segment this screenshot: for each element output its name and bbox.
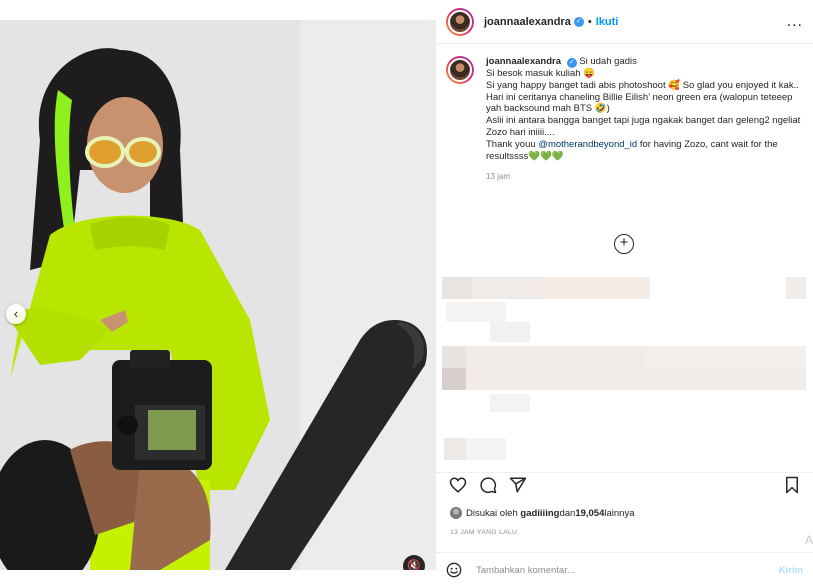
caption-text: Thank youu	[486, 138, 539, 150]
post-comment-button[interactable]: Kirim	[779, 565, 803, 576]
caption-avatar[interactable]	[446, 56, 474, 84]
caption-line: Si udah gadis	[579, 56, 637, 67]
caption-line: Si yang happy banget tadi abis photoshoo…	[486, 79, 799, 91]
post-caption: joannaalexandra ✓ Si udah gadis Si besok…	[446, 56, 806, 183]
caption-username[interactable]: joannaalexandra	[486, 56, 561, 67]
post-media[interactable]: ‹ 🔇	[0, 20, 436, 570]
caption-body: joannaalexandra ✓ Si udah gadis Si besok…	[486, 56, 806, 183]
likes-summary: Disukai oleh gadiiiing dan 19,054 lainny…	[450, 507, 634, 519]
overlay-letter: A	[804, 533, 813, 547]
post-header: joannaalexandra ✓ • Ikuti ...	[436, 0, 813, 44]
previous-slide-button[interactable]: ‹	[6, 304, 26, 324]
caption-line: Hari ini ceritanya chaneling Billie Eili…	[486, 91, 793, 115]
emoji-icon[interactable]	[446, 562, 462, 578]
caption-timestamp[interactable]: 13 jam	[486, 171, 806, 183]
author-username[interactable]: joannaalexandra	[484, 16, 571, 28]
mention-link[interactable]: @motherandbeyond_id	[538, 139, 637, 150]
comment-icon[interactable]	[479, 476, 497, 494]
verified-badge-icon: ✓	[566, 58, 577, 68]
separator-dot: •	[587, 15, 592, 28]
liker-avatar[interactable]	[450, 507, 462, 519]
heart-icon[interactable]	[449, 476, 467, 494]
caption-line: Thank youu @motherandbeyond_id for havin…	[486, 139, 806, 163]
post-side-panel: joannaalexandra ✓ • Ikuti ... joannaalex…	[436, 0, 813, 587]
more-options-icon[interactable]: ...	[787, 13, 803, 31]
mute-audio-button[interactable]: 🔇	[403, 555, 425, 570]
caption-line: Aslii ini antara bangga banget tapi juga…	[486, 115, 801, 138]
bookmark-icon[interactable]	[783, 476, 801, 494]
liker-username[interactable]: gadiiiing	[520, 508, 559, 519]
post-time-ago[interactable]: 13 JAM YANG LALU	[450, 529, 517, 536]
add-comment-bar: Kirim	[436, 552, 813, 587]
post-actions	[436, 472, 813, 496]
verified-badge-icon: ✓	[573, 16, 584, 27]
follow-button[interactable]: Ikuti	[596, 16, 619, 28]
author-avatar[interactable]	[446, 7, 474, 36]
redacted-comments	[436, 272, 813, 468]
likes-middle: dan	[559, 507, 576, 519]
green-hearts-emoji: 💚💚💚	[528, 150, 564, 162]
load-more-comments-button[interactable]: +	[614, 234, 634, 254]
photo-illustration	[0, 20, 436, 570]
share-icon[interactable]	[509, 476, 527, 494]
likes-prefix: Disukai oleh	[466, 507, 518, 519]
comment-input[interactable]	[476, 564, 779, 576]
likes-suffix: lainnya	[604, 507, 635, 519]
caption-line: Si besok masuk kuliah 😛	[486, 68, 595, 79]
likes-count[interactable]: 19,054	[575, 508, 604, 519]
